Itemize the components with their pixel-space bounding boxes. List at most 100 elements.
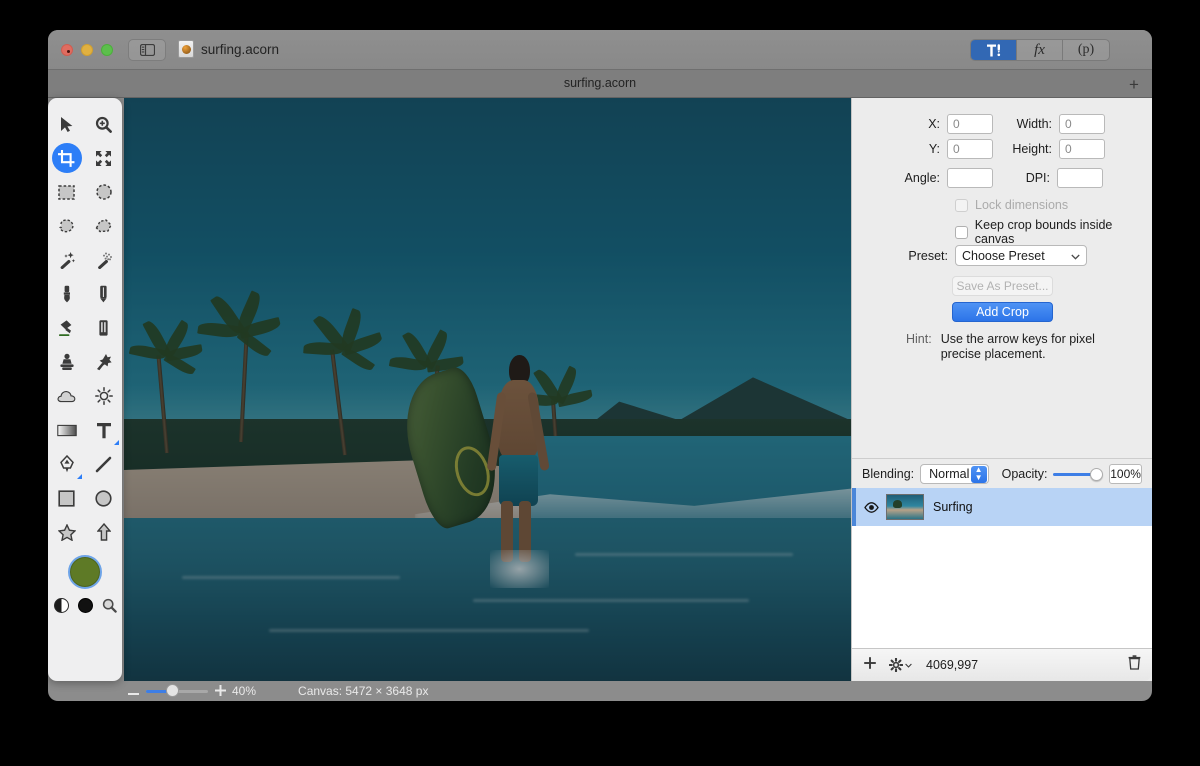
arrows-expand-icon	[96, 150, 111, 166]
save-as-preset-button[interactable]: Save As Preset...	[952, 276, 1053, 296]
keep-crop-bounds-label: Keep crop bounds inside canvas	[974, 218, 1113, 246]
polygon-lasso-tool[interactable]	[89, 211, 119, 241]
crop-tool[interactable]	[51, 143, 82, 173]
text-tool[interactable]	[89, 415, 119, 445]
move-tool[interactable]	[52, 109, 82, 139]
close-window-button[interactable]	[61, 44, 73, 56]
rectangular-select-tool[interactable]	[52, 177, 82, 207]
keep-crop-bounds-checkbox[interactable]	[955, 225, 968, 239]
eye-icon[interactable]	[860, 501, 882, 513]
lock-dimensions-checkbox-row[interactable]: Lock dimensions	[955, 198, 1068, 212]
opacity-knob[interactable]	[1090, 467, 1104, 481]
clone-stamp-icon	[59, 353, 74, 370]
crop-height-row: Height: 0	[1004, 139, 1105, 159]
rectangle-shape-tool[interactable]	[52, 483, 82, 513]
layer-row-surfing[interactable]: Surfing	[852, 488, 1152, 526]
dodge-tool[interactable]	[89, 381, 119, 411]
mode-segmented-control[interactable]: fx (p)	[970, 39, 1110, 61]
eraser-tool[interactable]	[89, 313, 119, 343]
crop-width-input[interactable]: 0	[1059, 114, 1105, 134]
segment-tools[interactable]	[971, 40, 1017, 60]
tool-palette	[48, 98, 122, 681]
brush-tool[interactable]	[52, 279, 82, 309]
lock-dimensions-checkbox[interactable]	[955, 198, 968, 212]
zoom-percent: 40%	[232, 684, 257, 698]
tab-surfing[interactable]: surfing.acorn	[48, 76, 1152, 90]
hint-text: Use the arrow keys for pixel precise pla…	[940, 332, 1095, 361]
crop-dpi-input[interactable]	[1057, 168, 1103, 188]
crop-y-input[interactable]: 0	[947, 139, 993, 159]
crop-angle-row: Angle:	[898, 168, 993, 188]
zoom-tool[interactable]	[89, 109, 119, 139]
line-tool[interactable]	[89, 449, 119, 479]
crop-height-label: Height:	[1012, 142, 1052, 156]
bezier-pen-icon	[59, 455, 74, 473]
canvas-area[interactable]	[124, 98, 851, 681]
zoom-knob[interactable]	[165, 684, 179, 697]
swap-colors-icon[interactable]	[53, 598, 69, 613]
new-tab-button[interactable]: +	[1124, 74, 1144, 94]
elliptical-select-tool[interactable]	[89, 177, 119, 207]
blending-label: Blending:	[862, 466, 915, 481]
crop-y-row: Y: 0	[918, 139, 993, 159]
sidebar-toggle-button[interactable]	[128, 39, 166, 61]
segment-effects-label: fx	[1034, 41, 1045, 58]
smudge-tool[interactable]	[89, 347, 119, 377]
opacity-slider[interactable]	[1053, 467, 1104, 481]
inspector-panel: X: 0 Width: 0 Y: 0 Height: 0 Angle: DPI:	[851, 98, 1152, 681]
gradient-tool[interactable]	[52, 415, 82, 445]
crop-height-input[interactable]: 0	[1059, 139, 1105, 159]
tab-bar: surfing.acorn +	[48, 70, 1152, 98]
coordinates-readout: 4069,997	[926, 658, 979, 672]
preset-select[interactable]: Choose Preset	[955, 245, 1087, 266]
opacity-value-field[interactable]: 100%	[1109, 463, 1142, 484]
star-shape-tool[interactable]	[52, 517, 82, 547]
segment-effects[interactable]: fx	[1017, 40, 1063, 60]
clone-stamp-tool[interactable]	[52, 347, 82, 377]
segment-palette[interactable]: (p)	[1063, 40, 1109, 60]
bezier-pen-tool[interactable]	[52, 449, 82, 479]
trash-icon[interactable]	[1128, 655, 1141, 675]
minimize-window-button[interactable]	[81, 44, 93, 56]
sidebar-icon	[139, 44, 155, 56]
canvas-size-text: Canvas: 5472 × 3648 px	[298, 684, 429, 698]
lasso-tool[interactable]	[52, 211, 82, 241]
smudge-icon	[96, 354, 112, 371]
ellipse-shape-tool[interactable]	[89, 483, 119, 513]
black-color-icon[interactable]	[77, 598, 93, 613]
stepper-icon[interactable]: ▲ ▼	[970, 465, 987, 483]
eraser-icon	[99, 320, 108, 336]
document-chip[interactable]: surfing.acorn	[178, 40, 279, 58]
plus-icon[interactable]	[215, 684, 226, 699]
magnifier-icon[interactable]	[102, 598, 117, 613]
crop-x-input[interactable]: 0	[947, 114, 993, 134]
blending-mode-select[interactable]: Normal ▲ ▼	[920, 463, 989, 484]
crop-angle-input[interactable]	[947, 168, 993, 188]
instant-alpha-tool[interactable]	[89, 245, 119, 275]
layers-list[interactable]: Surfing	[852, 488, 1152, 648]
maximize-window-button[interactable]	[101, 44, 113, 56]
transform-tool[interactable]	[89, 143, 119, 173]
foreground-color-swatch[interactable]	[68, 555, 102, 589]
plus-icon[interactable]	[863, 656, 877, 674]
crop-x-label: X:	[928, 117, 940, 131]
preset-label: Preset:	[908, 248, 948, 263]
zoom-slider[interactable]	[146, 684, 208, 697]
hint-row: Hint: Use the arrow keys for pixel preci…	[906, 332, 1152, 362]
wave-line	[269, 628, 590, 632]
gear-icon[interactable]	[889, 658, 912, 672]
magic-wand-tool[interactable]	[52, 245, 82, 275]
paint-bucket-tool[interactable]	[52, 313, 82, 343]
arrow-shape-tool[interactable]	[89, 517, 119, 547]
keep-crop-bounds-checkbox-row[interactable]: Keep crop bounds inside canvas	[955, 218, 1152, 246]
ellipse-marquee-icon	[95, 184, 112, 200]
blur-tool[interactable]	[52, 381, 82, 411]
tool-options-corner	[113, 440, 119, 445]
pencil-tool[interactable]	[89, 279, 119, 309]
add-crop-button[interactable]: Add Crop	[952, 302, 1053, 322]
crop-icon	[58, 149, 75, 167]
chevron-down-icon	[1071, 249, 1080, 263]
minus-icon[interactable]	[128, 684, 139, 699]
line-icon	[95, 456, 112, 472]
tool-options-corner	[76, 474, 82, 479]
